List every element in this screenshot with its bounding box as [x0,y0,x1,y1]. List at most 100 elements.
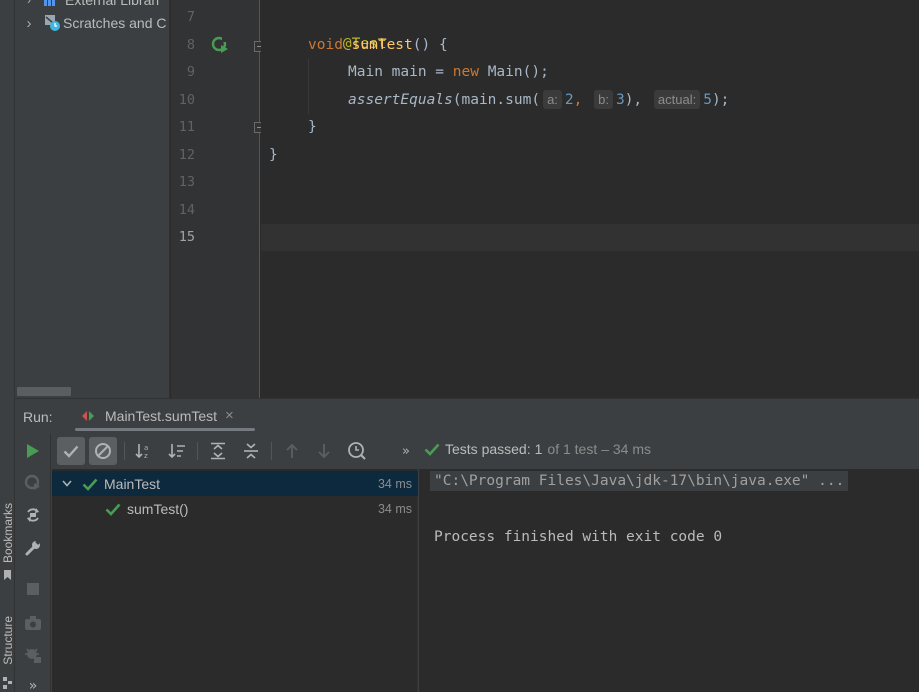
code-text: } [308,119,317,135]
show-ignored-toggle[interactable] [89,437,117,465]
tree-row-time: 34 ms [377,476,412,491]
ignored-icon [95,443,111,459]
toolbar-separator [197,442,198,460]
project-item-label: External Librari [65,0,160,8]
console-exit-message: Process finished with exit code 0 [434,529,723,545]
run-left-toolbar: » [15,434,51,692]
collapse-all-icon [244,443,258,459]
test-results-tree: MainTest 34 ms sumTest() 34 ms [52,469,418,692]
param-hint-b: b: [594,90,613,109]
code-text: () { [412,37,448,53]
code-editor[interactable]: @Test void sumTest() { Main main = new M… [261,0,919,398]
number-token: 3 [615,92,625,108]
stop-icon[interactable] [22,578,44,600]
structure-tab[interactable]: Structure [0,610,15,670]
horizontal-scrollbar[interactable] [17,387,71,396]
code-line-7: @Test [308,4,387,52]
code-text: (main.sum( [452,92,541,108]
next-failed-button[interactable] [310,437,338,465]
svg-text:z: z [144,452,148,460]
show-passed-toggle[interactable] [57,437,85,465]
arrow-up-icon [286,443,298,458]
code-text: Main(); [478,64,549,80]
code-line-12: } [269,142,278,169]
scratches-icon [45,15,60,31]
rerun-icon[interactable] [22,440,44,462]
project-item-label: Scratches and C [63,15,167,31]
check-passed-icon [105,503,121,516]
number-token: 2 [564,92,574,108]
line-number: 10 [178,92,195,108]
left-tool-strip: Bookmarks Structure [0,0,15,692]
active-tab-indicator [75,428,255,431]
tree-row-sumTest[interactable]: sumTest() 34 ms [52,496,418,521]
param-hint-a: a: [543,90,562,109]
arrow-down-icon [318,444,330,459]
tree-row-label: sumTest() [127,500,189,517]
expand-all-button[interactable] [204,437,232,465]
bookmarks-tab-label: Bookmarks [0,502,15,564]
line-number: 9 [186,64,195,80]
tests-total: of 1 test [547,441,598,457]
keyword-token: void [308,37,343,53]
run-window-header: Run: MainTest.sumTest × [15,399,919,434]
code-line-11: } [308,114,317,141]
run-window-title: Run: [23,409,53,425]
code-text: ), [624,92,643,108]
run-test-gutter-icon[interactable] [211,36,231,54]
code-line-9: Main main = new Main(); [348,59,549,86]
expand-all-icon [211,442,225,460]
library-icon [44,0,55,6]
method-call-token: assertEquals [348,92,453,108]
sort-alpha-icon: az [135,444,148,460]
sort-by-duration-button[interactable] [163,437,191,465]
camera-icon[interactable] [22,612,44,634]
console-command-line[interactable]: "C:\Program Files\Java\jdk-17\bin\java.e… [430,471,849,491]
collapse-all-button[interactable] [237,437,265,465]
run-top-toolbar: az » Tests passed: 1 of 1 test – 34 ms [52,434,919,467]
more-chevron-icon[interactable]: » [22,675,44,692]
toggle-auto-test-icon[interactable] [22,504,44,526]
checkmark-icon [63,445,79,458]
chevron-right-icon[interactable]: › [15,15,43,32]
bookmark-icon [0,570,15,580]
code-text: ); [711,92,730,108]
toolbar-separator [271,442,272,460]
line-number: 13 [178,174,195,190]
line-number: 8 [186,37,195,53]
console-output[interactable]: "C:\Program Files\Java\jdk-17\bin\java.e… [419,469,919,692]
chevron-down-icon[interactable] [56,480,78,487]
bookmarks-tab[interactable]: Bookmarks [0,498,15,568]
tests-status: Tests passed: 1 of 1 test – 34 ms [424,441,651,457]
run-tool-window: Run: MainTest.sumTest × » a z » Tests pa… [15,398,919,692]
line-number: 14 [178,202,195,218]
editor-gutter: 7 8 9 10 11 12 13 14 15 [171,0,265,398]
sort-alphabetically-button[interactable]: az [130,437,158,465]
test-history-button[interactable] [343,437,371,465]
line-number-current: 15 [178,229,195,245]
more-toolbar-chevron[interactable]: » [392,437,420,465]
tree-row-mainTest[interactable]: MainTest 34 ms [52,471,418,496]
project-item-scratches[interactable]: › Scratches and C [15,12,167,34]
structure-tab-label: Structure [0,615,15,665]
tree-row-time: 34 ms [377,501,412,516]
rerun-failed-tests-icon[interactable] [22,472,44,494]
tests-passed-label: Tests passed: [445,441,531,457]
code-text: } [269,147,278,163]
method-name-token: sumTest [351,37,413,53]
tests-duration: – 34 ms [601,441,652,457]
line-number: 11 [178,119,195,135]
comma-token: , [573,92,583,108]
code-line-10: assertEquals(main.sum(a: 2, b: 3), actual:… [348,87,729,114]
structure-icon [0,676,15,690]
project-panel: › External Librari › Scratches and C [15,0,170,398]
close-tab-icon[interactable]: × [225,407,234,424]
code-text: Main main = [348,64,453,80]
settings-bug-icon[interactable] [22,644,44,666]
tests-passed-count: 1 [534,441,543,457]
chevron-right-icon[interactable]: › [15,0,43,7]
param-hint-actual: actual: [653,90,701,109]
project-item-external-libraries[interactable]: › External Librari [15,0,159,11]
previous-failed-button[interactable] [278,437,306,465]
wrench-icon[interactable] [22,537,44,559]
